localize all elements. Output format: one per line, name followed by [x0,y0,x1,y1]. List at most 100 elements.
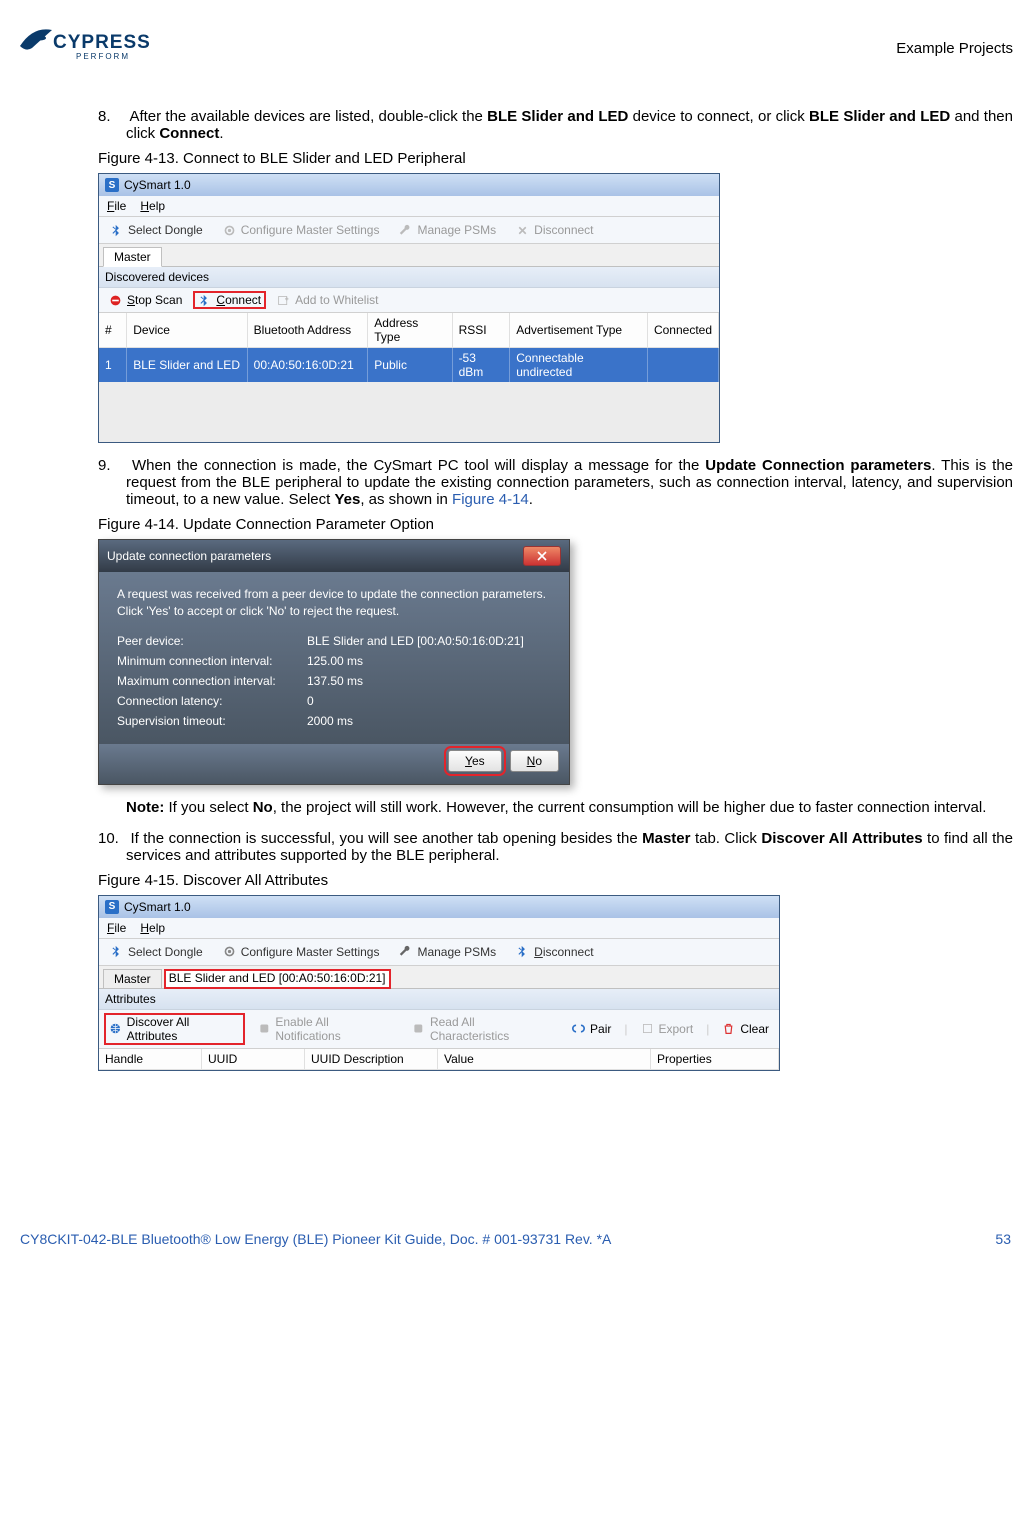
row-lat: Connection latency: 0 [117,694,551,708]
step-8: 8. After the available devices are liste… [98,108,1013,142]
col-device: Device [127,313,247,348]
row-min: Minimum connection interval: 125.00 ms [117,654,551,668]
export-button[interactable]: Export [636,1020,699,1038]
col-addr: Bluetooth Address [247,313,368,348]
device-toolbar: Stop Scan Connect Add to Whitelist [99,288,719,313]
close-button[interactable] [523,546,561,566]
manage-psms-button-2[interactable]: Manage PSMs [394,943,501,961]
pair-icon [572,1022,585,1035]
disconnect-icon [516,224,529,237]
app-icon: S [105,178,119,192]
device-row-selected[interactable]: 1 BLE Slider and LED 00:A0:50:16:0D:21 P… [99,348,719,383]
tab-device[interactable]: BLE Slider and LED [00:A0:50:16:0D:21] [164,969,391,989]
section-title: Example Projects [896,40,1013,57]
tab-master[interactable]: Master [103,247,162,267]
close-icon [537,551,547,561]
titlebar: S CySmart 1.0 [99,174,719,196]
step-9-num: 9. [98,457,126,474]
step-10: 10. If the connection is successful, you… [98,830,1013,864]
col-hash: # [99,313,127,348]
wrench-icon [399,945,412,958]
row-max: Maximum connection interval: 137.50 ms [117,674,551,688]
figure-4-15-window: S CySmart 1.0 File Help Select Dongle Co… [98,895,780,1071]
menu-help[interactable]: Help [140,199,165,213]
no-button[interactable]: No [510,750,559,772]
step-8-num: 8. [98,108,126,125]
pair-button[interactable]: Pair [567,1020,616,1038]
window-title-2: CySmart 1.0 [124,900,191,914]
bluetooth-icon [110,945,123,958]
attributes-header: Attributes [99,989,779,1010]
dialog-body: A request was received from a peer devic… [99,572,569,744]
attr-toolbar: Discover All Attributes Enable All Notif… [99,1010,779,1049]
logo: CYPRESS PERFORM [18,20,148,68]
menubar: File Help [99,196,719,217]
wrench-icon [399,224,412,237]
col-uuid: UUID [202,1049,305,1070]
figure-4-13-window: S CySmart 1.0 File Help Select Dongle Co… [98,173,720,443]
menu-file[interactable]: File [107,199,126,213]
bluetooth-icon [110,224,123,237]
toolbar: Select Dongle Configure Master Settings … [99,217,719,244]
dialog-title: Update connection parameters [107,549,271,563]
export-icon [641,1022,654,1035]
device-table-empty [99,382,719,442]
logo-subtext: PERFORM [76,52,130,61]
dialog-buttons: Yes No [99,744,569,784]
disconnect-button-2[interactable]: Disconnect [511,943,598,961]
menubar-2: File Help [99,918,779,939]
notify-icon [258,1022,271,1035]
col-atype: Address Type [368,313,452,348]
col-handle: Handle [99,1049,202,1070]
device-table: # Device Bluetooth Address Address Type … [99,313,719,382]
configure-master-button[interactable]: Configure Master Settings [218,221,385,239]
select-dongle-button-2[interactable]: Select Dongle [105,943,208,961]
whitelist-icon [277,294,290,307]
connect-button[interactable]: Connect [193,291,266,309]
figure-4-14-dialog: Update connection parameters A request w… [98,539,570,785]
step-10-num: 10. [98,830,126,847]
menu-file-2[interactable]: File [107,921,126,935]
col-rssi: RSSI [452,313,510,348]
figure-4-14-caption: Figure 4-14. Update Connection Parameter… [98,516,1013,533]
titlebar-2: S CySmart 1.0 [99,896,779,918]
note: Note: If you select No, the project will… [98,799,1013,816]
figure-4-13-caption: Figure 4-13. Connect to BLE Slider and L… [98,150,1013,167]
stop-icon [109,294,122,307]
footer-left: CY8CKIT-042-BLE Bluetooth® Low Energy (B… [20,1231,611,1247]
clear-button[interactable]: Clear [717,1020,774,1038]
enable-notifications-button[interactable]: Enable All Notifications [253,1013,400,1045]
dialog-message: A request was received from a peer devic… [117,586,551,620]
select-dongle-button[interactable]: Select Dongle [105,221,208,239]
disconnect-icon [516,945,529,958]
tab-master-2[interactable]: Master [103,969,162,989]
step-9-text: When the connection is made, the CySmart… [126,457,1013,508]
menu-help-2[interactable]: Help [140,921,165,935]
trash-icon [722,1022,735,1035]
configure-master-button-2[interactable]: Configure Master Settings [218,943,385,961]
gear-icon [223,945,236,958]
step-10-text: If the connection is successful, you wil… [126,830,1013,864]
col-uuiddesc: UUID Description [305,1049,438,1070]
disconnect-button[interactable]: Disconnect [511,221,598,239]
yes-button[interactable]: Yes [448,750,502,772]
app-icon: S [105,900,119,914]
read-icon [412,1022,425,1035]
add-whitelist-button[interactable]: Add to Whitelist [272,291,383,309]
col-value: Value [438,1049,651,1070]
globe-icon [109,1022,122,1035]
step-9: 9. When the connection is made, the CySm… [98,457,1013,508]
tabstrip: Master [99,244,719,267]
gear-icon [223,224,236,237]
row-peer: Peer device: BLE Slider and LED [00:A0:5… [117,634,551,648]
read-characteristics-button[interactable]: Read All Characteristics [407,1013,559,1045]
attributes-table: Handle UUID UUID Description Value Prope… [99,1049,779,1070]
toolbar-2: Select Dongle Configure Master Settings … [99,939,779,966]
footer-page-num: 53 [995,1231,1011,1247]
manage-psms-button[interactable]: Manage PSMs [394,221,501,239]
tabstrip-2: Master BLE Slider and LED [00:A0:50:16:0… [99,966,779,989]
discover-attributes-button[interactable]: Discover All Attributes [104,1013,245,1045]
figure-4-14-link[interactable]: Figure 4-14 [452,491,529,508]
discovered-devices-header: Discovered devices [99,267,719,288]
stop-scan-button[interactable]: Stop Scan [104,291,187,309]
